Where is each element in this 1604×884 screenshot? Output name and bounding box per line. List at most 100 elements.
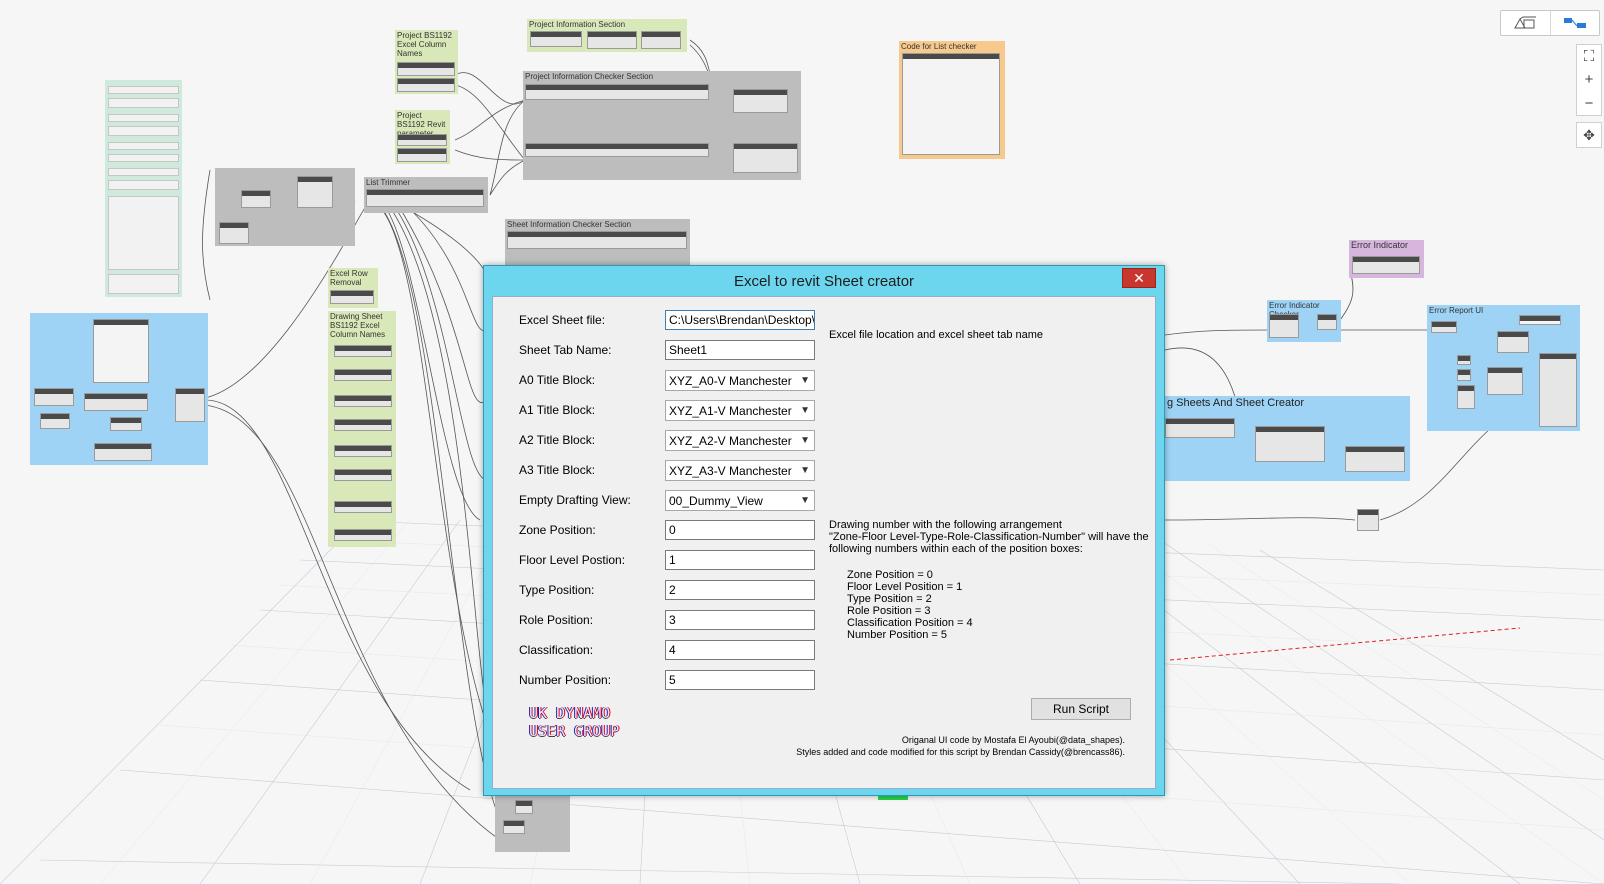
node[interactable] — [297, 176, 333, 208]
floor-input[interactable]: 1 — [665, 550, 815, 570]
node[interactable] — [34, 388, 74, 406]
a3-select[interactable]: XYZ_A3-V Manchester ▼ — [665, 460, 815, 481]
code-block-node[interactable] — [93, 319, 149, 383]
group-proj-checker[interactable]: Project Information Checker Section — [523, 71, 801, 180]
node[interactable] — [525, 143, 709, 157]
group-proj-bs-cols[interactable]: Project BS1192 Excel Column Names — [395, 30, 458, 94]
node[interactable] — [219, 222, 249, 244]
node[interactable] — [1457, 369, 1471, 381]
node[interactable] — [334, 445, 392, 457]
a0-value: XYZ_A0-V Manchester — [669, 374, 792, 388]
group-proj-info-section[interactable]: Project Information Section — [527, 19, 687, 52]
zoom-fit-icon[interactable]: ⛶ — [1577, 45, 1601, 68]
node[interactable] — [397, 78, 455, 92]
node[interactable] — [503, 820, 525, 834]
group-excel-row[interactable]: Excel Row Removal — [328, 268, 378, 308]
node[interactable] — [525, 84, 709, 100]
close-button[interactable]: ✕ — [1122, 268, 1156, 288]
node[interactable] — [1457, 355, 1471, 365]
note — [108, 168, 179, 176]
grey-group-bottom[interactable] — [495, 790, 570, 852]
cube-icon[interactable] — [1501, 11, 1550, 35]
view-switch[interactable] — [1500, 10, 1600, 36]
drafting-select[interactable]: 00_Dummy_View ▼ — [665, 490, 815, 511]
group-error-checker[interactable]: Error Indicator Checker — [1267, 300, 1341, 342]
node[interactable] — [1457, 385, 1475, 409]
node[interactable] — [733, 89, 788, 113]
group-drawing-sheet[interactable]: Drawing Sheet BS1192 Excel Column Names — [328, 311, 396, 547]
node[interactable] — [1255, 426, 1325, 462]
node[interactable] — [397, 148, 447, 162]
zoom-out-icon[interactable]: − — [1577, 92, 1601, 115]
node[interactable] — [110, 417, 142, 431]
node[interactable] — [334, 419, 392, 431]
chevron-down-icon: ▼ — [800, 465, 810, 476]
group-error-report[interactable]: Error Report UI — [1427, 305, 1580, 431]
classification-input[interactable]: 4 — [665, 640, 815, 660]
chevron-down-icon: ▼ — [800, 405, 810, 416]
run-script-button[interactable]: Run Script — [1031, 698, 1131, 720]
type-input[interactable]: 2 — [665, 580, 815, 600]
node[interactable] — [587, 31, 637, 49]
group-proj-bs-revit[interactable]: Project BS1192 Revit parameter — [395, 110, 450, 164]
node[interactable] — [1497, 331, 1529, 353]
a2-value: XYZ_A2-V Manchester — [669, 434, 792, 448]
node[interactable] — [334, 529, 392, 541]
node[interactable] — [1519, 315, 1561, 325]
group-error-indicator[interactable]: Error Indicator — [1349, 240, 1424, 278]
node[interactable] — [334, 395, 392, 407]
group-sheet-checker[interactable]: Sheet Information Checker Section — [505, 219, 690, 267]
a1-select[interactable]: XYZ_A1-V Manchester ▼ — [665, 400, 815, 421]
node[interactable] — [334, 345, 392, 357]
node[interactable] — [1357, 509, 1379, 531]
node[interactable] — [1345, 446, 1405, 472]
node[interactable] — [366, 189, 484, 207]
a2-select[interactable]: XYZ_A2-V Manchester ▼ — [665, 430, 815, 451]
graph-icon[interactable] — [1549, 11, 1600, 35]
number-input[interactable]: 5 — [665, 670, 815, 690]
python-node[interactable] — [902, 53, 1000, 155]
node[interactable] — [334, 469, 392, 481]
node[interactable] — [84, 393, 148, 411]
sheet-tab-input[interactable]: Sheet1 — [665, 340, 815, 360]
excel-file-input[interactable]: C:\Users\Brendan\Desktop\ — [665, 310, 815, 330]
group-sheet-creator[interactable]: g Sheets And Sheet Creator — [1165, 396, 1410, 481]
node[interactable] — [334, 369, 392, 381]
node[interactable] — [1352, 256, 1420, 274]
group-title: Project BS1192 Excel Column Names — [397, 31, 452, 58]
group-list-trimmer[interactable]: List Trimmer — [364, 177, 488, 213]
node[interactable] — [1431, 321, 1457, 333]
node[interactable] — [241, 190, 271, 208]
node[interactable] — [733, 143, 798, 173]
node[interactable] — [530, 31, 582, 47]
role-input[interactable]: 3 — [665, 610, 815, 630]
node[interactable] — [397, 62, 455, 76]
node[interactable] — [507, 231, 687, 249]
a0-select[interactable]: XYZ_A0-V Manchester ▼ — [665, 370, 815, 391]
zoom-in-icon[interactable]: + — [1577, 68, 1601, 91]
node[interactable] — [641, 31, 681, 49]
node[interactable] — [1317, 314, 1337, 330]
input-group-left[interactable] — [30, 313, 208, 465]
a1-label: A1 Title Block: — [519, 403, 596, 417]
node[interactable] — [175, 388, 205, 422]
grey-group[interactable] — [215, 168, 355, 246]
node[interactable] — [515, 800, 533, 814]
node[interactable] — [1539, 353, 1577, 427]
node[interactable] — [334, 501, 392, 513]
node[interactable] — [1487, 367, 1523, 395]
drafting-label: Empty Drafting View: — [519, 493, 631, 507]
zone-input[interactable]: 0 — [665, 520, 815, 540]
node[interactable] — [397, 134, 447, 146]
node[interactable] — [1165, 418, 1235, 438]
node[interactable] — [1269, 314, 1299, 338]
notes-group[interactable] — [105, 80, 182, 297]
node[interactable] — [330, 290, 374, 304]
group-code-list-checker[interactable]: Code for List checker — [899, 41, 1005, 159]
position-item: Number Position = 5 — [847, 629, 947, 641]
node[interactable] — [40, 413, 70, 429]
node[interactable] — [94, 443, 152, 461]
pan-icon[interactable]: ✥ — [1576, 122, 1602, 148]
note — [108, 274, 179, 294]
credit-line: Styles added and code modified for this … — [796, 747, 1125, 757]
